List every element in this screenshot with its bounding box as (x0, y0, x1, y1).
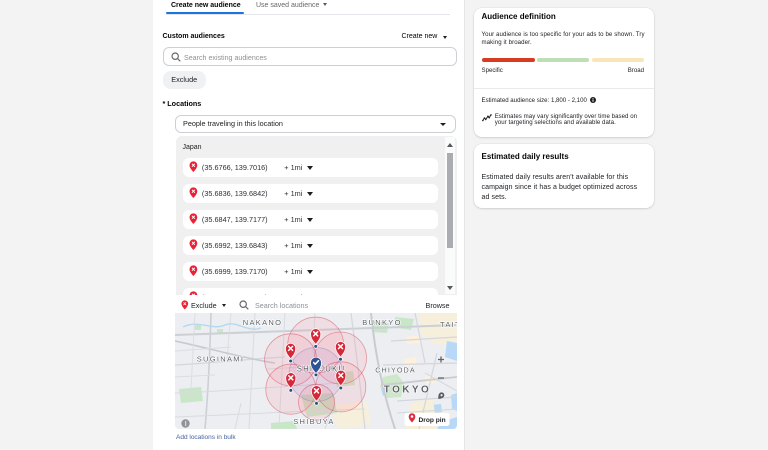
svg-text:TAITO: TAITO (440, 320, 457, 329)
svg-text:NAKANO: NAKANO (242, 318, 281, 327)
svg-text:SHIBUYA: SHIBUYA (293, 417, 334, 426)
svg-text:BUNKYO: BUNKYO (362, 318, 401, 327)
svg-text:TOKYO: TOKYO (383, 384, 430, 395)
svg-text:CHIYODA: CHIYODA (375, 365, 415, 374)
svg-text:Drop pin: Drop pin (418, 417, 445, 424)
svg-text:SUGINAMI: SUGINAMI (196, 354, 244, 363)
